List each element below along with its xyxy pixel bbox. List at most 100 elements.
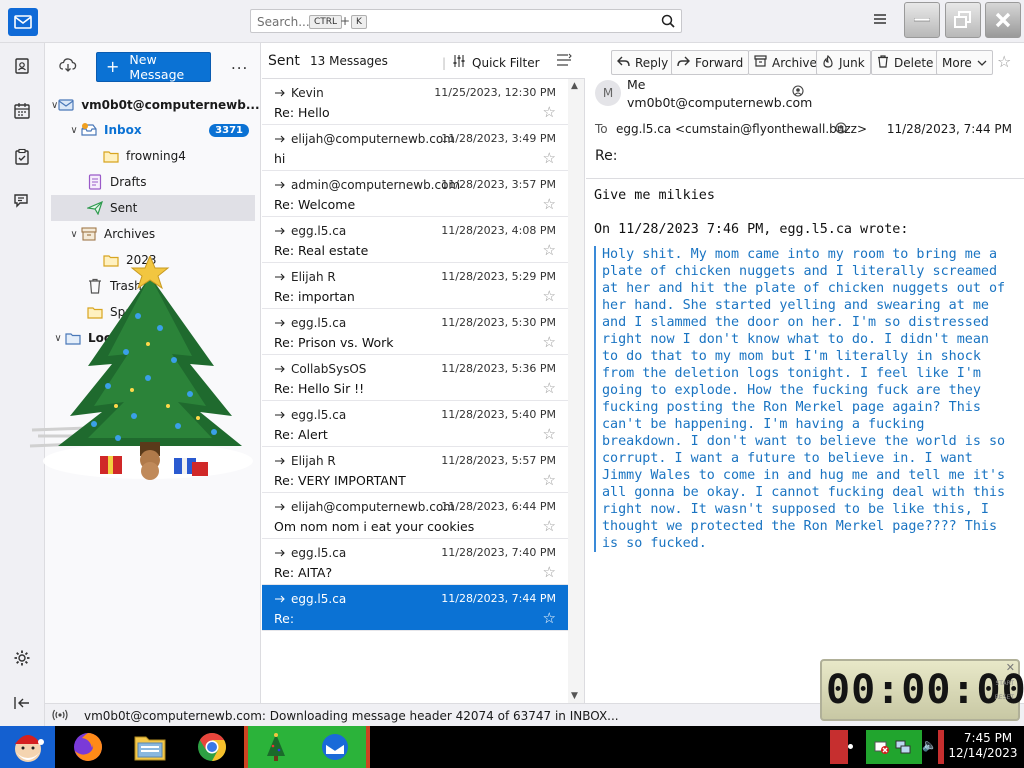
message-row[interactable]: egg.l5.ca 11/28/2023, 7:40 PM Re: AITA? ☆ bbox=[262, 539, 568, 585]
forward-button[interactable]: Forward bbox=[671, 50, 750, 75]
message-row[interactable]: CollabSysOS 11/28/2023, 5:36 PM Re: Hello … bbox=[262, 355, 568, 401]
sender-name[interactable]: Me bbox=[627, 77, 645, 92]
reply-button[interactable]: Reply bbox=[611, 50, 675, 75]
message-row[interactable]: Elijah R 11/28/2023, 5:57 PM Re: VERY IMPO… bbox=[262, 447, 568, 493]
address-book-icon[interactable] bbox=[11, 55, 33, 77]
chevron-down-icon[interactable]: ∨ bbox=[67, 125, 81, 136]
mail-app-icon[interactable] bbox=[8, 8, 38, 36]
quoted-text: Holy shit. My mom came into my room to b… bbox=[594, 246, 1019, 552]
network-icon[interactable] bbox=[894, 739, 912, 758]
timer-close-icon[interactable]: ✕ bbox=[1006, 661, 1015, 674]
folder-trash[interactable]: Trash bbox=[87, 273, 255, 299]
folder-spam[interactable]: Spam bbox=[87, 299, 255, 325]
folder-label: Inbox bbox=[104, 123, 142, 137]
chevron-down-icon[interactable]: ∨ bbox=[51, 100, 58, 111]
chat-icon[interactable] bbox=[11, 190, 33, 212]
timer-reset-label[interactable]: RESET bbox=[995, 691, 1014, 705]
network-error-icon[interactable] bbox=[874, 739, 890, 758]
star-icon[interactable]: ☆ bbox=[543, 611, 556, 626]
firefox-icon[interactable] bbox=[66, 726, 110, 768]
message-date: 11/28/2023, 4:08 PM bbox=[441, 224, 556, 237]
delete-button[interactable]: Delete bbox=[871, 50, 940, 75]
recipient[interactable]: egg.l5.ca <cumstain@flyonthewall.buzz> bbox=[616, 122, 867, 136]
message-row[interactable]: elijah@computernewb.com 11/28/2023, 3:49 … bbox=[262, 125, 568, 171]
clock-time[interactable]: 7:45 PM bbox=[958, 731, 1018, 745]
activity-icon[interactable] bbox=[52, 708, 68, 725]
star-icon[interactable]: ☆ bbox=[543, 381, 556, 396]
search-icon[interactable] bbox=[661, 14, 675, 31]
message-row[interactable]: egg.l5.ca 11/28/2023, 7:44 PM Re: ☆ bbox=[262, 585, 568, 631]
add-contact-icon[interactable] bbox=[792, 85, 804, 100]
timer-widget[interactable]: 00:00:00 ✕ START RESET bbox=[820, 659, 1024, 721]
archive-icon bbox=[81, 226, 97, 242]
star-icon[interactable]: ☆ bbox=[543, 427, 556, 442]
folder-account[interactable]: ∨ vm0b0t@computernewb... bbox=[51, 92, 260, 118]
settings-icon[interactable] bbox=[11, 647, 33, 669]
message-row[interactable]: egg.l5.ca 11/28/2023, 4:08 PM Re: Real est… bbox=[262, 217, 568, 263]
timer-start-label[interactable]: START bbox=[995, 677, 1014, 691]
folder-2023[interactable]: 2023 bbox=[103, 247, 255, 273]
star-icon[interactable]: ☆ bbox=[543, 519, 556, 534]
get-messages-icon[interactable] bbox=[59, 57, 77, 76]
close-button[interactable] bbox=[985, 2, 1021, 38]
folder-inbox[interactable]: ∨ Inbox 3371 bbox=[67, 117, 255, 143]
star-icon[interactable]: ☆ bbox=[997, 52, 1011, 71]
folder-label: Trash bbox=[110, 279, 142, 293]
message-row[interactable]: Elijah R 11/28/2023, 5:29 PM Re: importan ☆ bbox=[262, 263, 568, 309]
thunderbird-taskbar-icon[interactable] bbox=[304, 726, 370, 768]
file-explorer-icon[interactable] bbox=[128, 726, 172, 768]
add-contact-icon[interactable] bbox=[835, 122, 847, 137]
star-icon[interactable]: ☆ bbox=[543, 197, 556, 212]
folder-archives[interactable]: ∨ Archives bbox=[67, 221, 255, 247]
star-icon[interactable]: ☆ bbox=[543, 289, 556, 304]
star-icon[interactable]: ☆ bbox=[543, 473, 556, 488]
message-row[interactable]: admin@computernewb.com 11/28/2023, 3:57 P… bbox=[262, 171, 568, 217]
christmas-tree-app-icon[interactable] bbox=[244, 726, 304, 768]
maximize-button[interactable] bbox=[945, 2, 981, 38]
collapse-spaces-icon[interactable] bbox=[11, 692, 33, 714]
quoted-line: all gonna be okay. I cannot fucking deal… bbox=[602, 485, 1006, 500]
calendar-icon[interactable] bbox=[11, 100, 33, 122]
message-row[interactable]: elijah@computernewb.com 11/28/2023, 6:44 … bbox=[262, 493, 568, 539]
sent-icon bbox=[87, 200, 103, 216]
sender-email[interactable]: vm0b0t@computernewb.com bbox=[627, 95, 812, 110]
scroll-down-icon[interactable]: ▼ bbox=[571, 691, 578, 701]
star-icon[interactable]: ☆ bbox=[543, 335, 556, 350]
folder-local-folders[interactable]: ∨ Local Folders bbox=[51, 325, 255, 351]
volume-icon[interactable]: 🔈 bbox=[922, 738, 937, 752]
avatar: M bbox=[595, 80, 621, 106]
more-button[interactable]: More bbox=[936, 50, 993, 75]
clock-date[interactable]: 12/14/2023 bbox=[948, 746, 1018, 760]
message-list-scrollbar[interactable]: ▲ ▼ bbox=[568, 79, 584, 703]
star-icon[interactable]: ☆ bbox=[543, 151, 556, 166]
message-row[interactable]: egg.l5.ca 11/28/2023, 5:40 PM Re: Alert ☆ bbox=[262, 401, 568, 447]
star-icon[interactable]: ☆ bbox=[543, 243, 556, 258]
chevron-down-icon[interactable]: ∨ bbox=[51, 333, 65, 344]
star-icon[interactable]: ☆ bbox=[543, 565, 556, 580]
quick-filter-button[interactable]: | Quick Filter bbox=[442, 54, 540, 71]
folder-pane: + New Message ... ∨ vm0b0t@computernewb.… bbox=[45, 43, 261, 703]
junk-button[interactable]: Junk bbox=[816, 50, 871, 75]
archive-button[interactable]: Archive bbox=[748, 50, 823, 75]
inbox-icon bbox=[81, 122, 97, 138]
message-row[interactable]: Kevin 11/25/2023, 12:30 PM Re: Hello ☆ bbox=[262, 79, 568, 125]
folder-drafts[interactable]: Drafts bbox=[87, 169, 255, 195]
chevron-down-icon[interactable]: ∨ bbox=[67, 229, 81, 240]
folder-frowning4[interactable]: frowning4 bbox=[103, 143, 255, 169]
new-message-button[interactable]: + New Message bbox=[96, 52, 211, 82]
outgoing-arrow-icon bbox=[274, 454, 286, 468]
start-button[interactable] bbox=[0, 726, 55, 768]
folder-label: Spam bbox=[110, 305, 145, 319]
chrome-icon[interactable] bbox=[190, 726, 234, 768]
pane-options-button[interactable]: ... bbox=[231, 55, 248, 73]
list-display-options-icon[interactable] bbox=[556, 53, 572, 70]
folder-sent[interactable]: Sent bbox=[51, 195, 255, 221]
divider: | bbox=[442, 55, 447, 70]
minimize-button[interactable] bbox=[904, 2, 940, 38]
star-icon[interactable]: ☆ bbox=[543, 105, 556, 120]
app-menu-icon[interactable] bbox=[872, 12, 888, 29]
message-row[interactable]: egg.l5.ca 11/28/2023, 5:30 PM Re: Prison v… bbox=[262, 309, 568, 355]
scroll-up-icon[interactable]: ▲ bbox=[571, 81, 578, 91]
tasks-icon[interactable] bbox=[11, 146, 33, 168]
search-input[interactable]: Search... CTRL + K bbox=[250, 9, 682, 33]
